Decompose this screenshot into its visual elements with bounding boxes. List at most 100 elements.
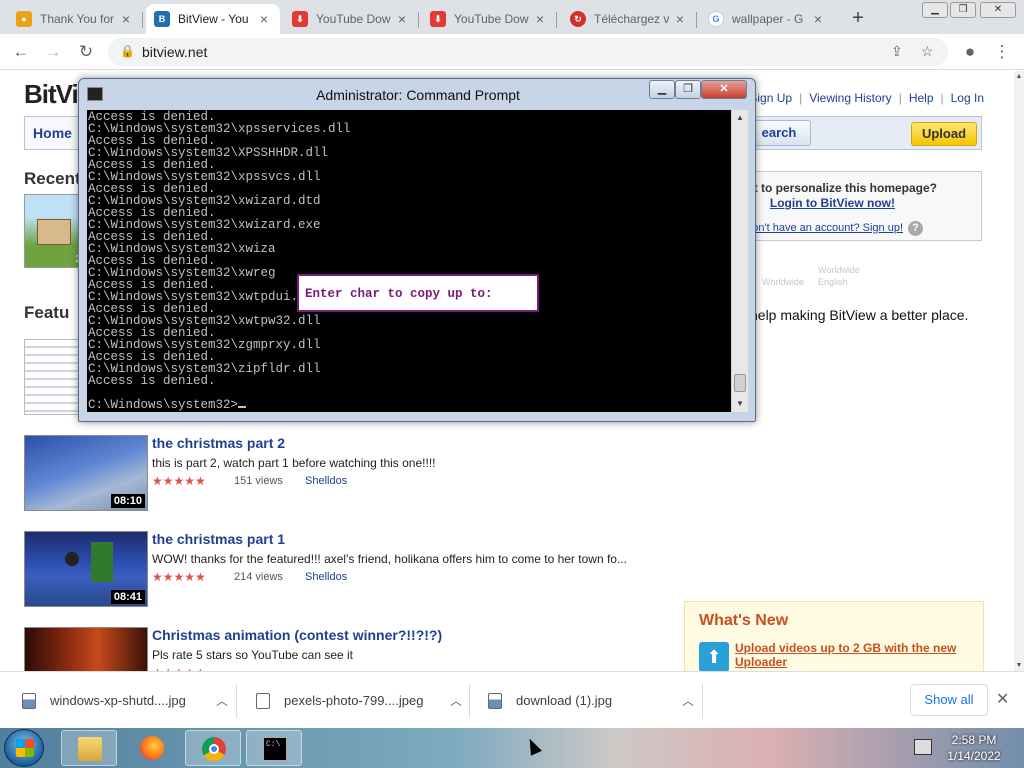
maximize-button[interactable]: ❐ (950, 2, 976, 18)
video-duration: 08:10 (110, 494, 145, 508)
browser-toolbar: ← → ↻ 🔒 bitview.net ⇪ ☆ ● ⋮ (0, 34, 1024, 70)
close-icon[interactable]: ✕ (996, 689, 1009, 709)
firefox-icon (140, 736, 164, 760)
home-tab[interactable]: Home (25, 117, 81, 149)
upload-button[interactable]: Upload (911, 122, 977, 146)
show-all-button[interactable]: Show all (910, 684, 988, 716)
system-clock[interactable]: 2:58 PM 1/14/2022 (938, 732, 1010, 764)
video-thumbnail[interactable] (24, 627, 148, 671)
taskbar-cmd[interactable]: C:\ (246, 730, 302, 766)
taskbar-file-explorer[interactable] (61, 730, 117, 766)
console-text: Access is denied. C:\Windows\system32\xp… (88, 110, 351, 412)
tab-strip: ● Thank You for × B BitView - You × ⬇ Yo… (0, 0, 1024, 34)
download-item[interactable]: download (1).jpg ︿ (488, 672, 694, 729)
top-links: Sign Up | Viewing History | Help | Log In (749, 91, 984, 105)
tab-wallpaper-google[interactable]: G wallpaper - G × (700, 4, 834, 34)
search-button[interactable]: earch (747, 120, 811, 146)
signup-link[interactable]: on't have an account? Sign up! (752, 222, 903, 234)
back-button[interactable]: ← (9, 40, 33, 64)
image-file-icon (488, 692, 502, 709)
video-thumbnail[interactable]: 08:41 (24, 531, 148, 607)
uploader-news-link[interactable]: Upload videos up to 2 GB with the new Up… (735, 641, 975, 669)
address-bar[interactable]: 🔒 bitview.net ⇪ ☆ (108, 38, 948, 66)
reload-button[interactable]: ↻ (74, 40, 98, 64)
command-prompt-window[interactable]: Administrator: Command Prompt ▁ ❐ ✕ Acce… (78, 78, 756, 422)
video-title[interactable]: Christmas animation (contest winner?!!?!… (152, 627, 442, 643)
mark-copy-dialog[interactable]: Enter char to copy up to: (297, 274, 539, 312)
close-icon[interactable]: × (810, 11, 826, 27)
login-link[interactable]: Login to BitView now! (770, 196, 895, 210)
bitview-icon: B (154, 11, 170, 27)
language-text: English (818, 277, 848, 287)
taskbar-firefox[interactable] (124, 730, 180, 766)
featured-thumbnail[interactable] (24, 339, 80, 415)
cmd-scroll-down-arrow[interactable]: ▼ (732, 396, 748, 412)
tab-youtube-download-2[interactable]: ⬇ YouTube Dow × (422, 4, 557, 34)
share-icon[interactable]: ⇪ (891, 43, 903, 60)
tab-telechargez[interactable]: ↻ Téléchargez v × (562, 4, 697, 34)
windows-logo-icon (16, 739, 34, 757)
menu-kebab-icon[interactable]: ⋮ (990, 40, 1014, 64)
cmd-maximize-button[interactable]: ❐ (675, 80, 701, 99)
viewing-history-link[interactable]: Viewing History (809, 91, 891, 105)
lock-icon: 🔒 (120, 44, 135, 58)
download-item[interactable]: windows-xp-shutd....jpg ︿ (22, 672, 228, 729)
cmd-close-button[interactable]: ✕ (701, 80, 747, 99)
rating-stars: ★★★★★ (152, 570, 206, 584)
cmd-scrollbar[interactable]: ▲ ▼ (731, 110, 748, 412)
page-scrollbar[interactable]: ▲ ▼ (1014, 71, 1024, 671)
new-tab-button[interactable]: + (846, 7, 870, 30)
tab-label: YouTube Dow (316, 12, 391, 26)
image-file-icon (22, 692, 36, 709)
file-icon (256, 692, 270, 709)
recent-video-thumbnail[interactable]: 2 (24, 194, 84, 268)
profile-avatar[interactable]: ● (958, 40, 982, 64)
taskbar-chrome[interactable] (185, 730, 241, 766)
cmd-scroll-up-arrow[interactable]: ▲ (732, 110, 748, 126)
url-text[interactable]: bitview.net (142, 44, 207, 60)
chevron-up-icon[interactable]: ︿ (450, 692, 462, 709)
scroll-down-arrow[interactable]: ▼ (1014, 662, 1024, 669)
chrome-icon (202, 737, 226, 761)
video-duration: 08:41 (110, 590, 145, 604)
help-link[interactable]: Help (909, 91, 934, 105)
chevron-up-icon[interactable]: ︿ (216, 692, 228, 709)
bitview-logo[interactable]: BitVi (24, 79, 79, 110)
close-icon[interactable]: × (532, 11, 548, 27)
download-filename: download (1).jpg (516, 693, 613, 708)
video-thumbnail[interactable]: 08:10 (24, 435, 148, 511)
close-icon[interactable]: × (672, 11, 688, 27)
help-icon[interactable]: ? (908, 221, 923, 236)
featured-heading: Featu (24, 303, 70, 322)
upload-arrow-icon: ⬆ (699, 642, 729, 671)
network-icon[interactable] (914, 739, 932, 755)
video-description: WOW! thanks for the featured!!! axel's f… (152, 552, 627, 566)
bookmark-star-icon[interactable]: ☆ (921, 43, 934, 60)
forward-button[interactable]: → (41, 40, 65, 64)
uploader-link[interactable]: Shelldos (305, 475, 347, 487)
copy-prompt-text: Enter char to copy up to: (305, 287, 493, 301)
cmd-minimize-button[interactable]: ▁ (649, 80, 675, 99)
video-title[interactable]: the christmas part 1 (152, 531, 285, 547)
tab-youtube-download-1[interactable]: ⬇ YouTube Dow × (284, 4, 419, 34)
tab-bitview[interactable]: B BitView - You × (146, 4, 280, 34)
cmd-scroll-thumb[interactable] (734, 374, 746, 392)
chevron-up-icon[interactable]: ︿ (682, 692, 694, 709)
video-item: 08:10 the christmas part 2 this is part … (24, 435, 644, 511)
close-icon[interactable]: × (256, 11, 272, 27)
close-window-button[interactable]: ✕ (980, 2, 1016, 18)
uploader-link[interactable]: Shelldos (305, 571, 347, 583)
start-button[interactable] (4, 729, 44, 767)
tab-thank-you[interactable]: ● Thank You for × (8, 4, 143, 34)
download-filename: pexels-photo-799....jpeg (284, 693, 424, 708)
console-output[interactable]: Access is denied. C:\Windows\system32\xp… (87, 110, 731, 412)
download-item[interactable]: pexels-photo-799....jpeg ︿ (256, 672, 462, 729)
log-in-link[interactable]: Log In (951, 91, 984, 105)
video-title[interactable]: the christmas part 2 (152, 435, 285, 451)
close-icon[interactable]: × (118, 11, 134, 27)
cookie-icon: ● (16, 11, 32, 27)
minimize-button[interactable]: ▁ (922, 2, 948, 18)
view-count: 151 views (234, 475, 283, 487)
scroll-up-arrow[interactable]: ▲ (1014, 73, 1024, 80)
close-icon[interactable]: × (394, 11, 410, 27)
